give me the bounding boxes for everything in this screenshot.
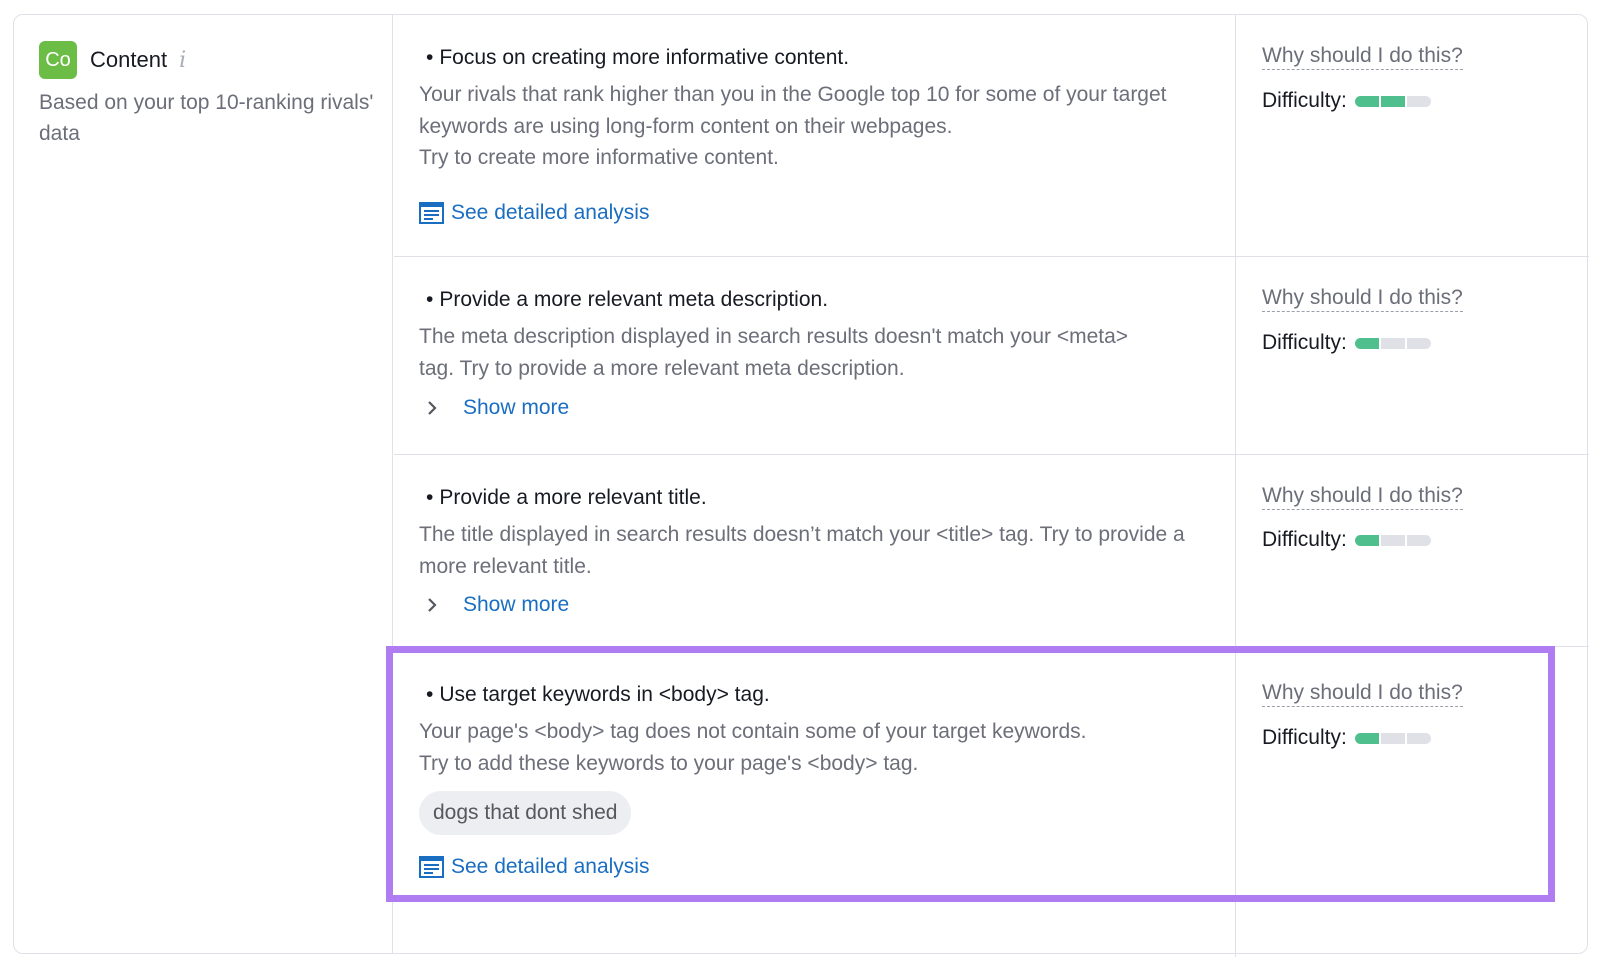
category-title: Content	[90, 47, 168, 72]
idea-title: • Use target keywords in <body> tag.	[426, 683, 770, 706]
idea-description: The meta description displayed in search…	[419, 325, 1129, 380]
why-should-i-do-this-link[interactable]: Why should I do this?	[1262, 44, 1463, 70]
idea-description: Your page's <body> tag does not contain …	[419, 720, 1087, 775]
difficulty-segment	[1406, 534, 1431, 546]
why-should-i-do-this-link[interactable]: Why should I do this?	[1262, 484, 1463, 510]
document-icon	[419, 202, 444, 224]
keyword-chip: dogs that dont shed	[419, 791, 632, 835]
idea-row: • Provide a more relevant title. The titl…	[394, 455, 1589, 647]
difficulty-segment	[1406, 337, 1431, 349]
difficulty: Difficulty:	[1262, 726, 1431, 750]
show-more-link[interactable]: Show more	[419, 593, 569, 617]
difficulty-bar	[1354, 732, 1431, 744]
difficulty-segment	[1380, 534, 1405, 546]
idea-title: • Focus on creating more informative cont…	[426, 46, 850, 69]
difficulty: Difficulty:	[1262, 528, 1431, 552]
idea-row: • Use target keywords in <body> tag. Your…	[394, 647, 1589, 957]
see-detailed-analysis-link[interactable]: See detailed analysis	[419, 855, 649, 879]
difficulty-segment	[1406, 732, 1431, 744]
category-column: Co Content i Based on your top 10-rankin…	[14, 15, 393, 953]
difficulty: Difficulty:	[1262, 331, 1431, 355]
idea-side: Why should I do this? Difficulty:	[1236, 455, 1589, 646]
difficulty-bar	[1354, 534, 1431, 546]
category-description: Based on your top 10-ranking rivals' dat…	[39, 91, 374, 145]
show-more-link[interactable]: Show more	[419, 396, 569, 420]
idea-main: • Focus on creating more informative cont…	[394, 15, 1236, 256]
why-should-i-do-this-link[interactable]: Why should I do this?	[1262, 681, 1463, 707]
why-should-i-do-this-link[interactable]: Why should I do this?	[1262, 286, 1463, 312]
chevron-right-icon	[428, 598, 437, 612]
see-detailed-analysis-link[interactable]: See detailed analysis	[419, 201, 649, 225]
idea-side: Why should I do this? Difficulty:	[1236, 647, 1589, 957]
idea-row: • Provide a more relevant meta descriptio…	[394, 257, 1589, 455]
idea-title: • Provide a more relevant title.	[426, 486, 707, 509]
idea-main: • Provide a more relevant title. The titl…	[394, 455, 1236, 646]
difficulty-bar	[1354, 95, 1431, 107]
document-icon	[419, 856, 444, 878]
difficulty-segment	[1354, 732, 1379, 744]
content-ideas-panel: Co Content i Based on your top 10-rankin…	[13, 14, 1589, 957]
difficulty-segment	[1380, 337, 1405, 349]
difficulty: Difficulty:	[1262, 89, 1431, 113]
difficulty-bar	[1354, 337, 1431, 349]
difficulty-segment	[1354, 95, 1379, 107]
idea-main: • Use target keywords in <body> tag. Your…	[394, 647, 1236, 957]
idea-description: Your rivals that rank higher than you in…	[419, 83, 1167, 169]
idea-side: Why should I do this? Difficulty:	[1236, 257, 1589, 454]
idea-side: Why should I do this? Difficulty:	[1236, 15, 1589, 256]
difficulty-segment	[1406, 95, 1431, 107]
info-icon[interactable]: i	[179, 48, 186, 73]
chevron-right-icon	[428, 401, 437, 415]
difficulty-segment	[1380, 732, 1405, 744]
idea-description: The title displayed in search results do…	[419, 523, 1185, 578]
idea-title: • Provide a more relevant meta descriptio…	[426, 288, 829, 311]
difficulty-segment	[1354, 337, 1379, 349]
idea-row: • Focus on creating more informative cont…	[394, 15, 1589, 257]
difficulty-segment	[1354, 534, 1379, 546]
category-header: Co Content i	[39, 41, 186, 79]
idea-main: • Provide a more relevant meta descriptio…	[394, 257, 1236, 454]
difficulty-segment	[1380, 95, 1405, 107]
category-badge: Co	[39, 41, 77, 79]
